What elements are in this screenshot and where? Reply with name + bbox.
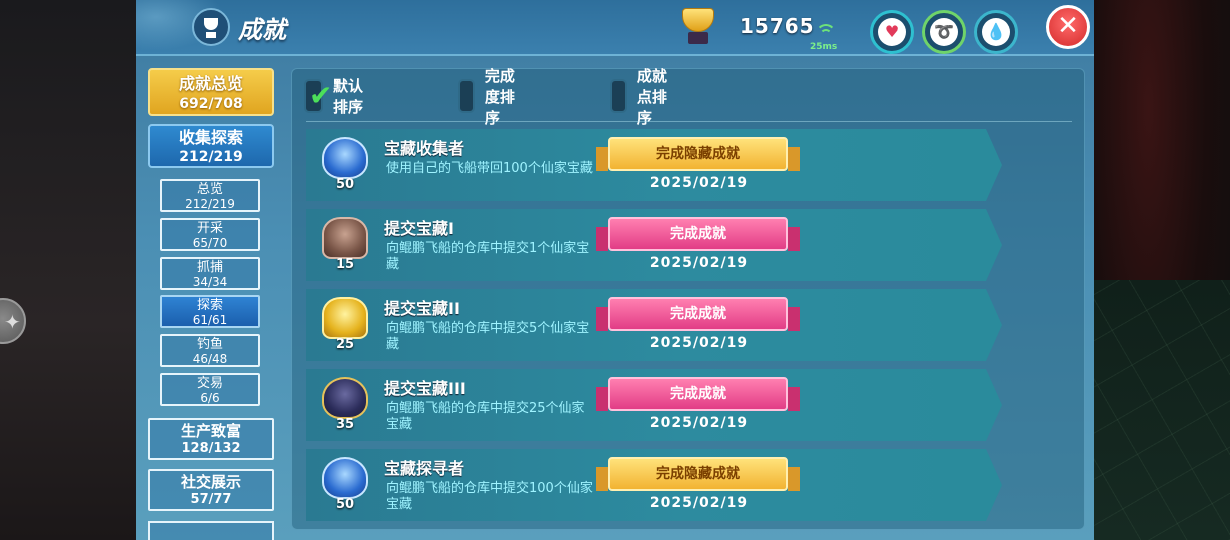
sort-completion-label: 完成度排序 [484,66,515,127]
nav-sub-count: 212/219 [185,197,235,211]
achievement-row[interactable]: 50 宝藏收集者 使用自己的飞船带回100个仙家宝藏 完成隐藏成就 2025/0… [306,129,1002,201]
trophy-icon [192,8,230,46]
status-ribbon: 完成隐藏成就 [596,137,800,171]
heart-icon: ♥ [878,18,906,46]
nav-count: 692/708 [179,96,243,112]
achievement-date: 2025/02/19 [649,175,749,191]
achievement-row[interactable]: 15 提交宝藏I 向鲲鹏飞船的仓库中提交1个仙家宝藏 完成成就 2025/02/… [306,209,1002,281]
divider [306,121,1072,122]
sort-points-label: 成就点排序 [636,66,667,127]
nav-sub-count: 6/6 [200,391,220,405]
wifi-icon [814,24,838,42]
achievement-name: 提交宝藏III [384,379,466,398]
nav-group-label: 社交展示 [180,473,241,491]
achievement-date: 2025/02/19 [649,495,749,511]
achievement-desc: 使用自己的飞船带回100个仙家宝藏 [386,161,593,176]
nav-label: 成就总览 [178,74,243,93]
nav-label: 收集探索 [178,128,243,147]
stamina-icon: ➰ [930,18,958,46]
nav-group-count: 57/77 [190,492,232,507]
nav-achievement-overview[interactable]: 成就总览 692/708 [148,68,274,116]
nav-sub-label: 钓鱼 [196,337,223,352]
achievement-row[interactable]: 25 提交宝藏II 向鲲鹏飞船的仓库中提交5个仙家宝藏 完成成就 2025/02… [306,289,1002,361]
nav-sub-capture[interactable]: 抓捕 34/34 [160,257,260,290]
achievement-row[interactable]: 50 宝藏探寻者 向鲲鹏飞船的仓库中提交100个仙家宝藏 完成隐藏成就 2025… [306,449,1002,521]
nav-sub-count: 61/61 [192,313,228,327]
water-drop-icon: 💧 [982,18,1010,46]
achievement-points: 50 [335,497,355,512]
ping-text: 25ms [810,42,838,52]
status-ribbon: 完成成就 [596,377,800,411]
achievement-points: 35 [335,417,355,432]
status-ribbon: 完成隐藏成就 [596,457,800,491]
achievement-desc: 向鲲鹏飞船的仓库中提交5个仙家宝藏 [386,321,590,352]
nav-production[interactable]: 生产致富 128/132 [148,418,274,460]
achievement-points: 25 [335,337,355,352]
bronze-trophy-icon: 15 [316,215,374,275]
nav-sub-count: 34/34 [192,275,228,289]
achievement-desc: 向鲲鹏飞船的仓库中提交100个仙家宝藏 [386,481,593,512]
nav-sub-trade[interactable]: 交易 6/6 [160,373,260,406]
achievement-name: 提交宝藏II [384,299,460,318]
star-icon: ✦ [4,310,21,334]
nav-group-label: 生产致富 [180,422,241,440]
sort-default-option[interactable]: 默认排序 [304,77,363,116]
achievement-date: 2025/02/19 [649,255,749,271]
close-icon: ✕ [1057,11,1079,41]
nav-sub-explore[interactable]: 探索 61/61 [160,295,260,328]
background-left: ✦ [0,0,136,540]
nav-group-count: 128/132 [181,441,241,456]
achievement-name: 宝藏收集者 [384,139,465,158]
blue-medal-icon: 50 [316,455,374,515]
nav-more-item[interactable] [148,521,274,540]
page-title: 成就 [238,16,286,44]
stamina-ring[interactable]: ➰ [922,10,966,54]
blue-medal-icon: 50 [316,135,374,195]
side-menu-bubble[interactable]: ✦ [0,298,26,344]
achievement-points: 15 [335,257,355,272]
nav-count: 212/219 [179,149,243,165]
background-floor [1094,280,1230,540]
achievement-desc: 向鲲鹏飞船的仓库中提交1个仙家宝藏 [386,241,590,272]
gold-trophy-icon: 25 [316,295,374,355]
score-trophy-icon [674,6,722,48]
achievement-row[interactable]: 35 提交宝藏III 向鲲鹏飞船的仓库中提交25个仙家宝藏 完成成就 2025/… [306,369,1002,441]
sort-points-option[interactable]: 成就点排序 [610,67,669,127]
sort-default-label: 默认排序 [333,77,364,116]
nav-sub-label: 抓捕 [196,260,223,275]
achievement-desc: 向鲲鹏飞船的仓库中提交25个仙家宝藏 [386,401,585,432]
sort-completion-checkbox[interactable] [458,79,475,113]
health-ring[interactable]: ♥ [870,10,914,54]
dark-cup-icon: 35 [316,375,374,435]
nav-collect-explore[interactable]: 收集探索 212/219 [148,124,274,168]
nav-sub-label: 交易 [196,376,223,391]
nav-sub-label: 探索 [196,298,223,313]
achievement-date: 2025/02/19 [649,335,749,351]
nav-sub-count: 46/48 [192,352,228,366]
nav-sub-label: 总览 [196,182,223,197]
nav-sub-mining[interactable]: 开采 65/70 [160,218,260,251]
header-bar: 成就 15765 25ms ♥ ➰ 💧 ✕ [136,0,1094,56]
nav-sub-count: 65/70 [192,236,228,250]
achievement-name: 提交宝藏I [384,219,454,238]
achievement-score: 15765 [740,14,815,38]
achievement-points: 50 [335,177,355,192]
nav-social[interactable]: 社交展示 57/77 [148,469,274,511]
nav-sub-overview[interactable]: 总览 212/219 [160,179,260,212]
achievement-name: 宝藏探寻者 [384,459,465,478]
status-ribbon: 完成成就 [596,297,800,331]
achievement-list-panel: 默认排序 完成度排序 成就点排序 50 宝藏收集者 使用自己的飞船带回100个仙… [291,67,1085,530]
achievement-date: 2025/02/19 [649,415,749,431]
status-ribbon: 完成成就 [596,217,800,251]
nav-sub-fishing[interactable]: 钓鱼 46/48 [160,334,260,367]
sort-default-checkbox[interactable] [304,79,332,113]
background-right [1094,0,1230,540]
water-ring[interactable]: 💧 [974,10,1018,54]
achievement-panel: 成就 15765 25ms ♥ ➰ 💧 ✕ 成就总览 692/708 收集探索 … [136,0,1094,540]
close-button[interactable]: ✕ [1046,5,1090,49]
sort-points-checkbox[interactable] [610,79,627,113]
nav-sub-label: 开采 [196,221,223,236]
sort-completion-option[interactable]: 完成度排序 [458,67,517,127]
